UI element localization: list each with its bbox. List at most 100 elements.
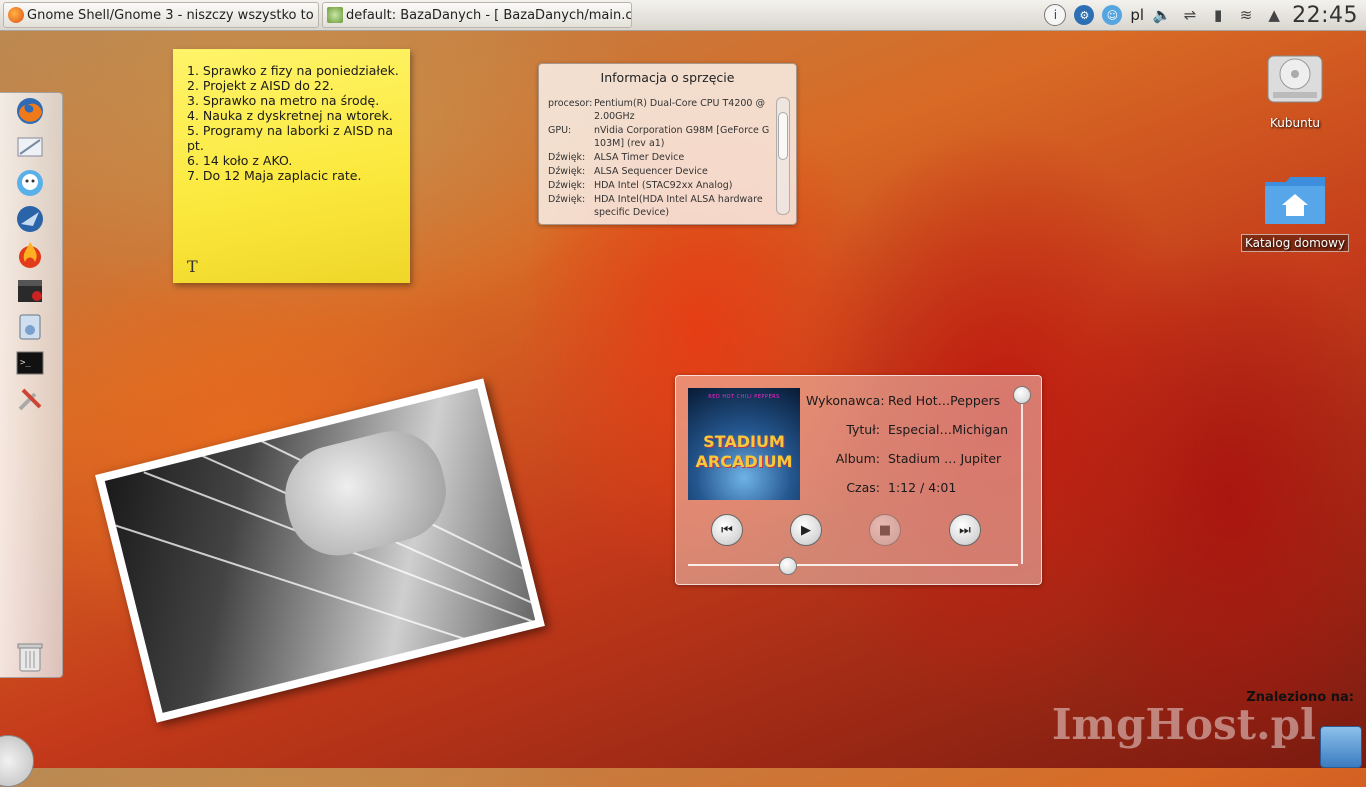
list-item: Dźwięk: ALSA Sequencer Device (548, 165, 773, 178)
messaging-icon[interactable]: ☺ (1102, 5, 1123, 25)
firefox-icon[interactable] (14, 95, 46, 127)
hard-drive-icon (1267, 55, 1323, 103)
media-player-widget[interactable]: RED HOT CHILI PEPPERS STADIUM ARCADIUM W… (675, 375, 1042, 585)
trash-icon[interactable] (16, 641, 44, 673)
artist-row: Wykonawca: Red Hot…Peppers (806, 393, 1008, 422)
title-label: Tytuł: (846, 422, 880, 437)
row-value: nVidia Corporation G98M [GeForce G 103M]… (594, 125, 770, 149)
skip-forward-icon: ⏭ (959, 522, 971, 538)
row-key: Dźwięk: (548, 194, 586, 205)
time-value: 1:12 / 4:01 (888, 480, 957, 495)
scrollbar[interactable] (776, 97, 790, 215)
scrollbar-thumb[interactable] (778, 112, 788, 160)
row-key: GPU: (548, 125, 572, 136)
hardware-list: procesor: Pentium(R) Dual-Core CPU T4200 … (548, 97, 773, 220)
stop-icon: ■ (878, 522, 892, 538)
row-key: Dźwięk: (548, 180, 586, 191)
kdevelop-icon (327, 7, 343, 23)
system-tray: i ⚙ ☺ pl 🔈 ⇌ ▮ ≋ ▲ 22:45 (1044, 0, 1358, 30)
hardware-info-widget[interactable]: Informacja o sprzęcie procesor: Pentium(R… (538, 63, 797, 225)
row-value: Pentium(R) Dual-Core CPU T4200 @ 2.00GHz (594, 98, 765, 122)
usb-icon[interactable]: ⇌ (1180, 5, 1200, 25)
next-button[interactable]: ⏭ (949, 514, 981, 546)
watermark: ImgHost.pl (1051, 700, 1316, 749)
taskbar-item-label: default: BazaDanych - [ BazaDanych/main.… (346, 7, 632, 23)
track-metadata: Wykonawca: Red Hot…Peppers Tytuł: Especial… (806, 393, 1008, 509)
play-button[interactable]: ▶ (790, 514, 822, 546)
list-item: procesor: Pentium(R) Dual-Core CPU T4200 … (548, 97, 773, 123)
list-item: 6. 14 koło z AKO. (187, 153, 293, 168)
row-value: ALSA Timer Device (594, 152, 685, 163)
title-row: Tytuł: Especial…Michigan (806, 422, 1008, 451)
list-item: 3. Sprawko na metro na środę. (187, 93, 380, 108)
system-settings-icon[interactable] (14, 383, 46, 415)
list-item: GPU: nVidia Corporation G98M [GeForce G 1… (548, 124, 773, 150)
time-label: Czas: (846, 480, 880, 495)
desktop-icon-home[interactable]: Katalog domowy (1235, 172, 1355, 252)
volume-slider-handle[interactable] (1013, 386, 1031, 404)
battery-icon[interactable]: ▮ (1208, 5, 1228, 25)
row-value: ALSA Sequencer Device (594, 166, 708, 177)
album-cover: RED HOT CHILI PEPPERS STADIUM ARCADIUM (688, 388, 800, 500)
taskbar-item-editor[interactable]: default: BazaDanych - [ BazaDanych/main.… (322, 2, 632, 28)
album-row: Album: Stadium … Jupiter (806, 451, 1008, 480)
time-row: Czas: 1:12 / 4:01 (806, 480, 1008, 509)
text-cursor-icon: T (187, 257, 198, 276)
play-icon: ▶ (801, 522, 811, 538)
skip-back-icon: ⏮ (721, 522, 733, 538)
album-label: Album: (835, 451, 880, 466)
cover-band-name: RED HOT CHILI PEPPERS (708, 394, 780, 400)
network-manager-icon[interactable]: ⚙ (1074, 5, 1095, 25)
main-menu-button[interactable] (0, 735, 34, 787)
taskbar-item-label: Gnome Shell/Gnome 3 - niszczy wszystko t… (27, 7, 319, 23)
list-item: Dźwięk: ALSA Timer Device (548, 151, 773, 164)
info-icon[interactable]: i (1044, 4, 1067, 26)
image-viewer-icon[interactable] (14, 131, 46, 163)
home-folder-icon (1265, 177, 1325, 224)
row-key: Dźwięk: (548, 152, 586, 163)
clock[interactable]: 22:45 (1292, 3, 1358, 28)
taskbar-item-browser[interactable]: Gnome Shell/Gnome 3 - niszczy wszystko t… (3, 2, 319, 28)
widget-title: Informacja o sprzęcie (600, 70, 735, 85)
cover-title-line-1: STADIUM (703, 432, 785, 451)
volume-icon[interactable]: 🔈 (1152, 5, 1172, 25)
keyboard-layout[interactable]: pl (1130, 6, 1144, 24)
left-dock: >_ (0, 92, 63, 678)
music-player-icon[interactable] (14, 311, 46, 343)
cover-title-line-2: ARCADIUM (695, 452, 793, 471)
stop-button[interactable]: ■ (869, 514, 901, 546)
volume-slider[interactable] (1021, 394, 1023, 564)
thunderbird-icon[interactable] (14, 203, 46, 235)
svg-text:>_: >_ (20, 358, 31, 368)
show-desktop-button[interactable] (1320, 726, 1362, 768)
seek-slider[interactable] (688, 564, 1018, 566)
title-value: Especial…Michigan (888, 422, 1009, 437)
row-key: procesor: (548, 98, 593, 109)
artist-label: Wykonawca: (806, 393, 885, 408)
photo-frame[interactable] (95, 378, 545, 723)
seek-slider-handle[interactable] (779, 557, 797, 575)
list-item: 1. Sprawko z fizy na poniedziałek. (187, 63, 399, 78)
terminal-icon[interactable]: >_ (14, 347, 46, 379)
row-value: HDA Intel(HDA Intel ALSA hardware specif… (594, 194, 763, 218)
desktop-icon-label: Katalog domowy (1240, 234, 1350, 252)
previous-button[interactable]: ⏮ (711, 514, 743, 546)
burner-icon[interactable] (14, 239, 46, 271)
wifi-icon[interactable]: ≋ (1236, 5, 1256, 25)
pidgin-icon[interactable] (14, 167, 46, 199)
artist-value: Red Hot…Peppers (888, 393, 1001, 408)
list-item: 4. Nauka z dyskretnej na wtorek. (187, 108, 393, 123)
desktop-icon-kubuntu[interactable]: Kubuntu (1235, 48, 1355, 131)
upload-arrow-icon[interactable]: ▲ (1264, 5, 1284, 25)
list-item: 2. Projekt z AISD do 22. (187, 78, 334, 93)
sticky-note[interactable]: 1. Sprawko z fizy na poniedziałek. 2. Pr… (173, 49, 410, 283)
guitar-photo (104, 388, 536, 713)
list-item: 7. Do 12 Maja zaplacic rate. (187, 168, 362, 183)
list-item: Dźwięk: HDA Intel(HDA Intel ALSA hardware… (548, 193, 773, 219)
list-item: Dźwięk: HDA Intel (STAC92xx Analog) (548, 179, 773, 192)
row-key: Dźwięk: (548, 166, 586, 177)
todo-list: 1. Sprawko z fizy na poniedziałek. 2. Pr… (173, 63, 410, 183)
desktop-icon-label: Kubuntu (1269, 116, 1320, 130)
row-value: HDA Intel (STAC92xx Analog) (594, 180, 733, 191)
film-clapper-icon[interactable] (14, 275, 46, 307)
